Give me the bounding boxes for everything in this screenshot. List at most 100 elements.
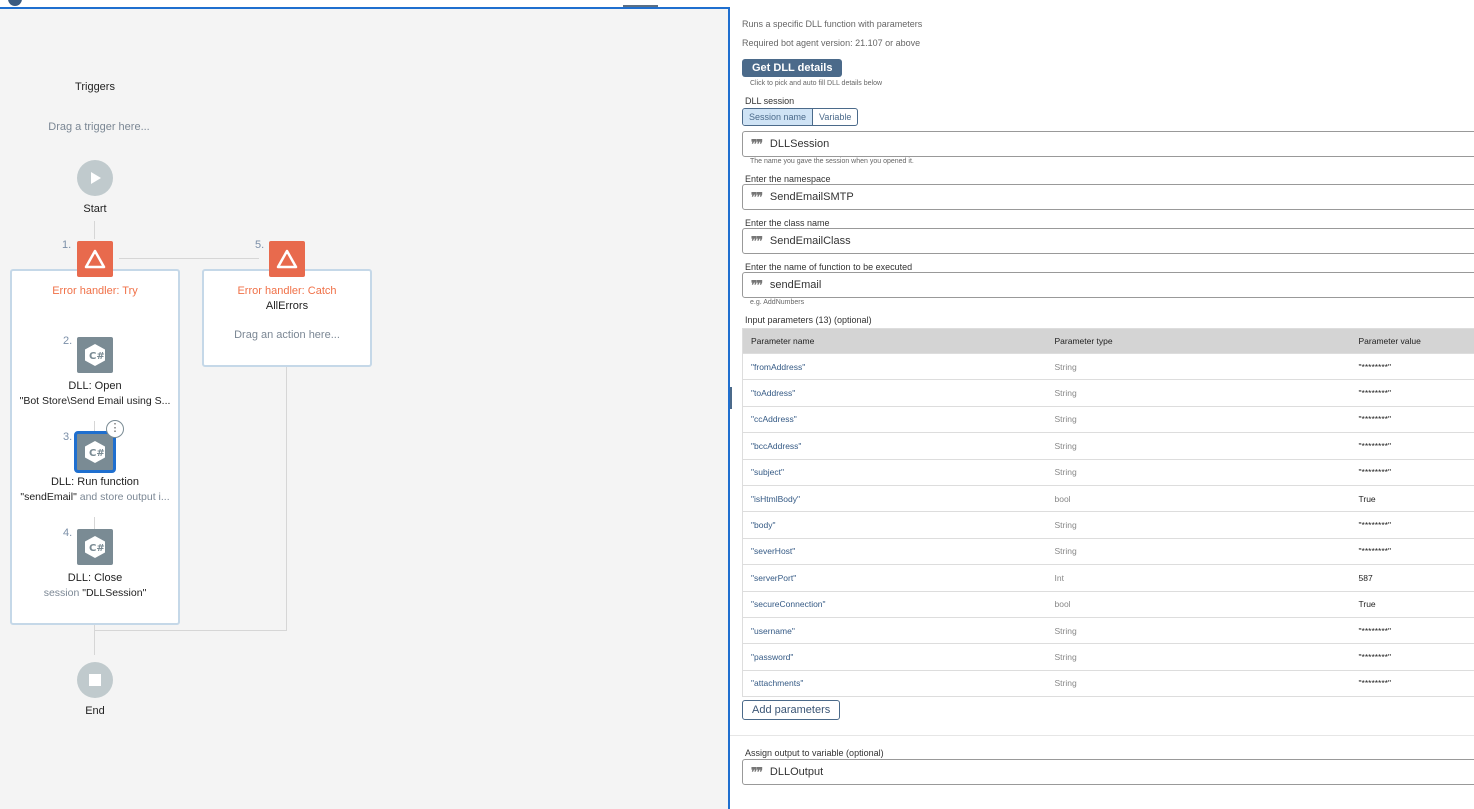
start-node[interactable]	[77, 160, 113, 196]
session-name: "DLLSession"	[82, 587, 147, 599]
get-dll-details-button[interactable]: Get DLL details	[742, 59, 843, 77]
table-row[interactable]: "severHost" String "********"	[742, 537, 1474, 565]
param-type: String	[1046, 511, 1351, 539]
string-quote-icon: ❞❞	[751, 234, 763, 248]
step-number: 3.	[63, 431, 73, 443]
param-value: 587	[1350, 564, 1474, 592]
param-name: "fromAddress"	[742, 352, 1047, 380]
error-handler-try-node[interactable]	[77, 241, 113, 277]
dll-close-node[interactable]: C#	[77, 529, 113, 565]
table-row[interactable]: "bccAddress" String "********"	[742, 432, 1474, 460]
connector	[94, 625, 95, 655]
table-row[interactable]: "password" String "********"	[742, 643, 1474, 671]
add-parameters-button[interactable]: Add parameters	[742, 700, 841, 720]
string-quote-icon: ❞❞	[751, 765, 763, 779]
action-description: Runs a specific DLL function with parame…	[742, 19, 923, 29]
dll-open-node[interactable]: C#	[77, 337, 113, 373]
table-row[interactable]: "secureConnection" bool True	[742, 590, 1474, 618]
param-value: "********"	[1350, 511, 1474, 539]
param-value: "********"	[1350, 379, 1474, 407]
table-row[interactable]: "attachments" String "********"	[742, 669, 1474, 697]
step-number: 2.	[63, 335, 73, 347]
stop-icon	[89, 674, 101, 686]
svg-text:C#: C#	[89, 543, 105, 554]
divider	[730, 735, 1474, 736]
dll-run-detail: "sendEmail" and store output i...	[15, 491, 175, 503]
column-header: Parameter type	[1046, 328, 1351, 354]
error-handler-catch-node[interactable]	[269, 241, 305, 277]
column-header: Parameter value	[1350, 328, 1474, 354]
function-name-input[interactable]: ❞❞ sendEmail	[742, 272, 1474, 298]
dll-open-detail: "Bot Store\Send Email using S...	[19, 395, 171, 407]
class-name-input[interactable]: ❞❞ SendEmailClass	[742, 228, 1474, 254]
table-row[interactable]: "fromAddress" String "********"	[742, 352, 1474, 380]
step-number: 5.	[255, 239, 265, 251]
param-name: "secureConnection"	[742, 590, 1047, 618]
table-row[interactable]: "isHtmlBody" bool True	[742, 484, 1474, 512]
string-quote-icon: ❞❞	[751, 137, 763, 151]
param-value: "********"	[1350, 458, 1474, 486]
param-type: bool	[1046, 590, 1351, 618]
more-options-icon[interactable]: ⋮	[106, 420, 124, 438]
namespace-input[interactable]: ❞❞ SendEmailSMTP	[742, 184, 1474, 210]
table-row[interactable]: "username" String "********"	[742, 616, 1474, 644]
trigger-dropzone[interactable]: Drag a trigger here...	[40, 121, 158, 133]
dll-close-title: DLL: Close	[67, 572, 123, 584]
csharp-icon: C#	[85, 344, 105, 366]
namespace-value: SendEmailSMTP	[769, 191, 854, 203]
csharp-icon: C#	[85, 441, 105, 463]
tab-variable[interactable]: Variable	[813, 109, 857, 125]
param-name: "username"	[742, 616, 1047, 644]
top-bar	[0, 0, 730, 9]
param-value: "********"	[1350, 405, 1474, 433]
connector	[119, 258, 259, 259]
param-name: "password"	[742, 643, 1047, 671]
flow-canvas: Triggers Drag a trigger here... Start 1.…	[0, 9, 730, 809]
play-icon	[91, 172, 101, 184]
try-title: Error handler: Try	[52, 285, 138, 297]
connector	[286, 367, 287, 631]
param-type: Int	[1046, 564, 1351, 592]
param-value: "********"	[1350, 432, 1474, 460]
param-type: String	[1046, 379, 1351, 407]
dll-run-function-node[interactable]: C#	[74, 431, 116, 473]
param-type: String	[1046, 669, 1351, 697]
param-name: "body"	[742, 511, 1047, 539]
column-header: Parameter name	[742, 328, 1047, 354]
tab-session-name[interactable]: Session name	[743, 109, 814, 125]
table-row[interactable]: "serverPort" Int 587	[742, 564, 1474, 592]
output-variable-input[interactable]: ❞❞ DLLOutput	[742, 759, 1474, 785]
action-dropzone[interactable]: Drag an action here...	[212, 329, 362, 341]
table-row[interactable]: "body" String "********"	[742, 511, 1474, 539]
table-row[interactable]: "subject" String "********"	[742, 458, 1474, 486]
session-value: DLLSession	[769, 138, 830, 150]
end-label: End	[85, 705, 105, 717]
string-quote-icon: ❞❞	[751, 278, 763, 292]
dll-run-title: DLL: Run function	[50, 476, 140, 488]
end-node[interactable]	[77, 662, 113, 698]
warning-triangle-icon	[84, 249, 106, 269]
session-type-toggle: Session name Variable	[742, 108, 859, 126]
param-type: String	[1046, 405, 1351, 433]
param-type: String	[1046, 616, 1351, 644]
function-label: Enter the name of function to be execute…	[745, 262, 913, 272]
version-requirement: Required bot agent version: 21.107 or ab…	[742, 38, 921, 48]
output-label: Assign output to variable (optional)	[745, 748, 884, 758]
session-name-input[interactable]: ❞❞ DLLSession	[742, 131, 1474, 157]
table-row[interactable]: "ccAddress" String "********"	[742, 405, 1474, 433]
param-type: String	[1046, 432, 1351, 460]
step-number: 1.	[62, 239, 72, 251]
connector	[94, 221, 95, 239]
step-number: 4.	[63, 527, 73, 539]
resize-handle[interactable]	[730, 387, 732, 409]
app-logo-icon	[8, 0, 22, 6]
param-value: "********"	[1350, 537, 1474, 565]
parameters-table: Parameter name Parameter type Parameter …	[742, 328, 1474, 698]
string-quote-icon: ❞❞	[751, 190, 763, 204]
params-label: Input parameters (13) (optional)	[745, 315, 872, 325]
param-name: "severHost"	[742, 537, 1047, 565]
svg-text:C#: C#	[89, 351, 105, 362]
param-name: "ccAddress"	[742, 405, 1047, 433]
table-row[interactable]: "toAddress" String "********"	[742, 379, 1474, 407]
param-type: bool	[1046, 484, 1351, 512]
